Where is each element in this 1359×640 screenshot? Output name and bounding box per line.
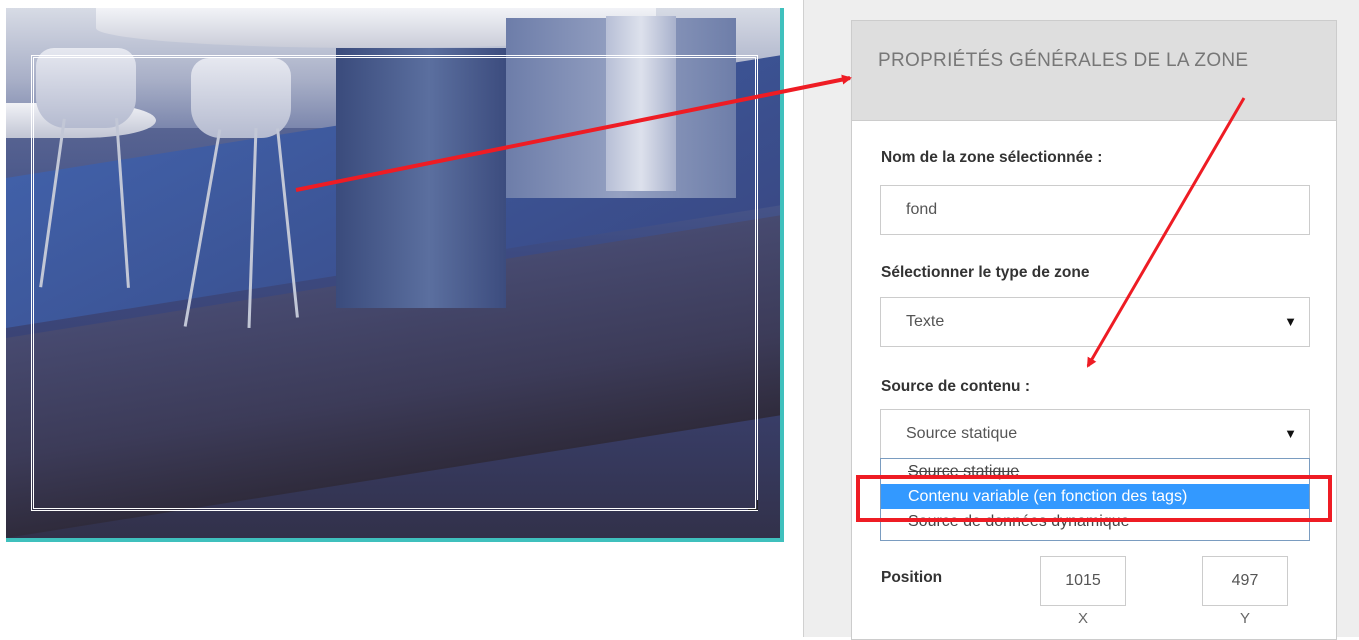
annotation-highlight-box bbox=[856, 475, 1332, 522]
position-x-input[interactable]: 1015 bbox=[1040, 556, 1126, 606]
zone-type-label: Sélectionner le type de zone bbox=[881, 264, 1090, 281]
zone-type-select[interactable]: Texte ▼ bbox=[880, 297, 1310, 347]
content-source-select[interactable]: Source statique ▼ bbox=[880, 409, 1310, 459]
zone-type-value: Texte bbox=[906, 313, 945, 330]
resize-grip-icon[interactable] bbox=[748, 500, 758, 510]
position-y-input[interactable]: 497 bbox=[1202, 556, 1288, 606]
zone-name-value: fond bbox=[906, 201, 938, 218]
position-y-value: 497 bbox=[1231, 572, 1259, 589]
chevron-down-icon: ▼ bbox=[1284, 426, 1297, 441]
content-source-value: Source statique bbox=[906, 425, 1018, 442]
editor-canvas[interactable] bbox=[0, 0, 786, 544]
selected-zone-frame[interactable] bbox=[31, 55, 758, 511]
chevron-down-icon: ▼ bbox=[1284, 314, 1297, 329]
position-y-label: Y bbox=[1239, 610, 1250, 627]
zone-name-input[interactable]: fond bbox=[880, 185, 1310, 235]
position-x-label: X bbox=[1077, 610, 1088, 627]
zone-name-label: Nom de la zone sélectionnée : bbox=[881, 149, 1103, 166]
zone-properties-panel: PROPRIÉTÉS GÉNÉRALES DE LA ZONE Nom de l… bbox=[851, 20, 1337, 640]
position-label: Position bbox=[881, 569, 943, 586]
panel-title: PROPRIÉTÉS GÉNÉRALES DE LA ZONE bbox=[852, 21, 1336, 121]
position-x-value: 1015 bbox=[1065, 572, 1101, 589]
content-source-label: Source de contenu : bbox=[881, 378, 1030, 395]
